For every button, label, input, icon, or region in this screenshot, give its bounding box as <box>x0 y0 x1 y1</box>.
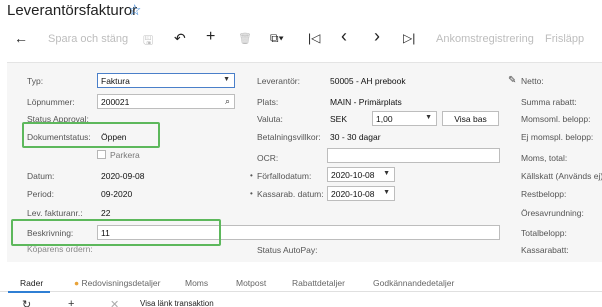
rate-value: 1,00 <box>376 114 393 124</box>
type-value: Faktura <box>101 76 130 86</box>
view-base-button[interactable]: Visa bas <box>442 111 499 126</box>
copy-paste-icon[interactable]: ⧉▾ <box>270 31 284 46</box>
currency-value[interactable]: SEK <box>330 114 347 124</box>
previous-record-icon[interactable]: ‹ <box>341 26 347 47</box>
due-date-select[interactable]: 2020-10-08 ▼ <box>327 167 395 182</box>
total-amount-label: Totalbelopp: <box>521 228 567 238</box>
save-icon[interactable]: 🖫 <box>143 31 153 52</box>
tab-lines[interactable]: Rader <box>20 278 43 288</box>
undo-icon[interactable]: ↶ <box>174 30 186 47</box>
active-tab-indicator <box>8 291 50 293</box>
period-value[interactable]: 09-2020 <box>101 189 132 199</box>
receipt-registration-button[interactable]: Ankomstregistrering <box>436 33 534 45</box>
first-record-icon[interactable]: |◁ <box>308 31 320 45</box>
doc-status-highlight <box>22 122 160 148</box>
location-label: Plats: <box>257 97 279 107</box>
autopay-label: Status AutoPay: <box>257 245 318 255</box>
due-date-value: 2020-10-08 <box>331 170 375 180</box>
vendor-invoice-value[interactable]: 22 <box>101 208 110 218</box>
chevron-down-icon: ▼ <box>425 114 432 121</box>
due-date-label: Förfallodatum: <box>257 171 312 181</box>
tab-tax[interactable]: Moms <box>185 278 208 288</box>
terms-value[interactable]: 30 - 30 dagar <box>330 132 381 142</box>
number-input[interactable]: 200021 ⌕ <box>97 94 235 109</box>
grid-toolbar: ↻ + ✕ Visa länk transaktion <box>0 298 602 307</box>
rounding-label: Öresavrundning: <box>521 208 584 218</box>
search-icon[interactable]: ⌕ <box>225 96 230 107</box>
date-label: Datum: <box>27 171 55 181</box>
ocr-label: OCR: <box>257 153 279 163</box>
refresh-icon[interactable]: ↻ <box>22 298 31 307</box>
tab-counterpost[interactable]: Motpost <box>236 278 266 288</box>
vendor-label: Leverantör: <box>257 76 300 86</box>
type-select[interactable]: Faktura ▼ <box>97 73 235 88</box>
period-label: Period: <box>27 189 54 199</box>
currency-label: Valuta: <box>257 114 283 124</box>
cash-discount-label: Kassarabatt: <box>521 245 569 255</box>
total-discount-label: Summa rabatt: <box>521 97 577 107</box>
chevron-down-icon: ▼ <box>383 189 390 196</box>
release-button[interactable]: Frisläpp <box>545 33 584 45</box>
tab-accounting-details[interactable]: ● Redovisningsdetaljer <box>74 278 160 288</box>
hold-checkbox[interactable] <box>97 150 106 159</box>
rate-select[interactable]: 1,00 ▼ <box>372 111 437 126</box>
toolbar: ← Spara och stäng 🖫 ↶ + 🗑 ⧉▾ |◁ ‹ › ▷| A… <box>0 24 602 56</box>
hold-label: Parkera <box>110 150 140 160</box>
delete-row-icon[interactable]: ✕ <box>110 298 119 307</box>
next-record-icon[interactable]: › <box>374 26 380 47</box>
cash-disc-date-select[interactable]: 2020-10-08 ▼ <box>327 186 395 201</box>
delete-icon[interactable]: 🗑 <box>238 32 252 45</box>
last-record-icon[interactable]: ▷| <box>403 31 415 45</box>
type-label: Typ: <box>27 76 44 86</box>
number-label: Löpnummer: <box>27 97 75 107</box>
balance-label: Restbelopp: <box>521 189 567 199</box>
vat-taxable-label: Momsoml. belopp: <box>521 114 591 124</box>
vat-total-label: Moms, total: <box>521 153 568 163</box>
tab-bar: Rader ● Redovisningsdetaljer Moms Motpos… <box>0 266 602 292</box>
cash-disc-date-value: 2020-10-08 <box>331 189 375 199</box>
tab-accounting-details-label: Redovisningsdetaljer <box>81 278 161 288</box>
number-value: 200021 <box>101 97 130 107</box>
terms-label: Betalningsvillkor: <box>257 132 321 142</box>
ocr-input[interactable] <box>327 148 500 163</box>
chevron-down-icon: ▼ <box>383 170 390 177</box>
chevron-down-icon: ▼ <box>223 76 230 83</box>
add-icon[interactable]: + <box>206 28 215 46</box>
date-value[interactable]: 2020-09-08 <box>101 171 144 181</box>
vendor-invoice-label: Lev. fakturanr.: <box>27 208 83 218</box>
description-highlight <box>11 219 221 246</box>
withholding-label: Källskatt (Används ej): <box>521 171 602 181</box>
add-row-icon[interactable]: + <box>68 298 74 307</box>
location-value[interactable]: MAIN - Primärplats <box>330 97 402 107</box>
view-link-transaction-button[interactable]: Visa länk transaktion <box>140 299 214 307</box>
warning-dot-icon: ● <box>74 278 80 288</box>
cash-disc-date-label: Kassarab. datum: <box>257 189 324 199</box>
favorite-star-icon[interactable]: ☆ <box>128 1 141 19</box>
tab-approval-details[interactable]: Godkännandedetaljer <box>373 278 454 288</box>
edit-icon[interactable]: ✎ <box>508 75 516 86</box>
vat-exempt-label: Ej momspl. belopp: <box>521 132 594 142</box>
net-label: Netto: <box>521 76 544 86</box>
vendor-value[interactable]: 50005 - AH prebook <box>330 76 406 86</box>
back-arrow-icon[interactable]: ← <box>14 30 28 46</box>
save-and-close-button[interactable]: Spara och stäng <box>48 33 128 45</box>
required-marker: • <box>250 171 253 180</box>
page-title: Leverantörsfakturor <box>7 2 138 19</box>
required-marker: • <box>250 189 253 198</box>
tab-discount-details[interactable]: Rabattdetaljer <box>292 278 345 288</box>
